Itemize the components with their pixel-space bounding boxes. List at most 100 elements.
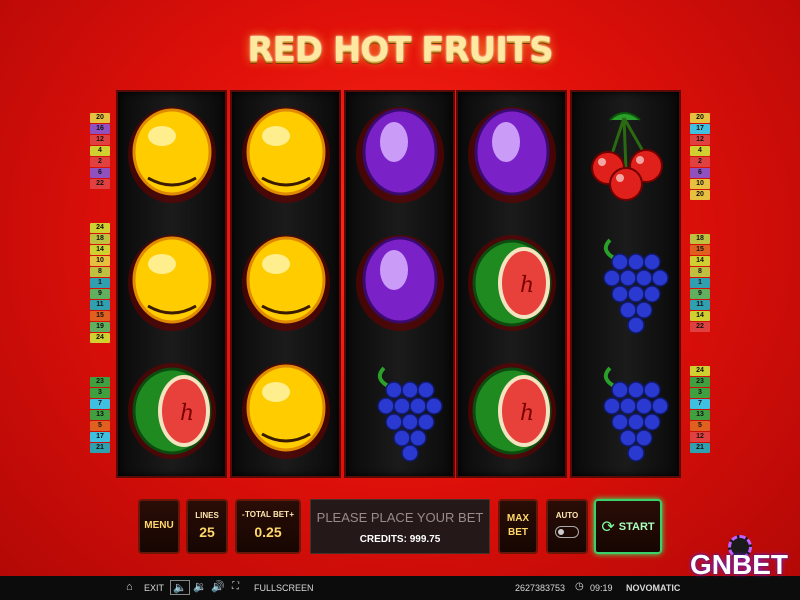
svg-text:h: h	[520, 273, 534, 298]
payline-indicator[interactable]: 10	[690, 179, 710, 189]
credits-display: CREDITS: 999.75	[359, 534, 441, 545]
reel-4: h h	[458, 92, 565, 476]
clock-time: 09:19	[590, 583, 613, 593]
payline-indicator[interactable]: 20	[90, 113, 110, 123]
watermelon-symbol: h	[126, 356, 218, 466]
total-bet-value: 0.25	[254, 524, 282, 540]
payline-indicator[interactable]: 7	[690, 399, 710, 409]
bet-message: PLEASE PLACE YOUR BET	[316, 510, 484, 525]
total-bet-control[interactable]: - TOTAL BET + 0.25	[235, 499, 301, 554]
volume-icon[interactable]: 🔉	[193, 580, 207, 593]
payline-indicator[interactable]: 23	[90, 377, 110, 387]
brand-logo: NOVOMATIC	[626, 583, 681, 593]
payline-indicator[interactable]: 12	[690, 432, 710, 442]
plum-symbol	[466, 100, 558, 210]
fullscreen-button[interactable]: FULLSCREEN	[254, 583, 314, 593]
payline-indicator[interactable]: 20	[690, 113, 710, 123]
payline-indicator[interactable]: 2	[690, 157, 710, 167]
grapes-symbol	[580, 228, 672, 338]
payline-indicator[interactable]: 11	[90, 300, 110, 310]
payline-indicator[interactable]: 1	[90, 278, 110, 288]
fullscreen-icon[interactable]: ⛶	[232, 581, 239, 592]
spin-icon: ⟳	[601, 518, 615, 536]
payline-indicator[interactable]: 19	[90, 322, 110, 332]
payline-indicator[interactable]: 3	[90, 388, 110, 398]
payline-indicator[interactable]: 22	[90, 179, 110, 189]
exit-button[interactable]: EXIT	[144, 583, 164, 593]
payline-indicator[interactable]: 5	[90, 421, 110, 431]
start-button[interactable]: ⟳ START	[594, 499, 662, 554]
payline-indicator[interactable]: 9	[690, 289, 710, 299]
reel-2	[232, 92, 339, 476]
svg-text:h: h	[520, 401, 534, 426]
payline-indicator[interactable]: 10	[90, 256, 110, 266]
payline-indicator[interactable]: 21	[90, 443, 110, 453]
payline-indicator[interactable]: 1	[690, 278, 710, 288]
payline-indicator[interactable]: 13	[90, 410, 110, 420]
lemon-symbol	[240, 100, 332, 210]
payline-indicator[interactable]: 17	[690, 124, 710, 134]
reel-5	[572, 92, 679, 476]
payline-indicator[interactable]: 4	[90, 146, 110, 156]
payline-indicator[interactable]: 6	[90, 168, 110, 178]
lemon-symbol	[240, 228, 332, 338]
payline-indicator[interactable]: 5	[690, 421, 710, 431]
payline-indicator[interactable]: 14	[90, 245, 110, 255]
payline-indicator[interactable]: 2	[90, 157, 110, 167]
payline-indicator[interactable]: 14	[690, 311, 710, 321]
payline-indicator[interactable]: 18	[90, 234, 110, 244]
payline-indicator[interactable]: 23	[690, 377, 710, 387]
game-title: RED HOT FRUITS	[247, 30, 553, 70]
payline-indicator[interactable]: 15	[690, 245, 710, 255]
reel-3	[346, 92, 453, 476]
watermelon-symbol: h	[466, 356, 558, 466]
auto-toggle-icon[interactable]	[555, 526, 579, 538]
lines-display[interactable]: LINES 25	[186, 499, 228, 554]
paylines-left-mid: 24 18 14 10 8 1 9 11 15 19 24	[90, 223, 110, 344]
home-icon[interactable]: ⌂	[126, 581, 133, 593]
payline-indicator[interactable]: 9	[90, 289, 110, 299]
svg-text:h: h	[180, 401, 194, 426]
clock-icon: ◷	[575, 581, 584, 592]
auto-button[interactable]: AUTO	[546, 499, 588, 554]
payline-indicator[interactable]: 8	[90, 267, 110, 277]
payline-indicator[interactable]: 11	[690, 300, 710, 310]
payline-indicator[interactable]: 3	[690, 388, 710, 398]
payline-indicator[interactable]: 12	[690, 135, 710, 145]
payline-indicator[interactable]: 6	[690, 168, 710, 178]
paylines-left-bot: 23 3 7 13 5 17 21	[90, 377, 110, 454]
payline-indicator[interactable]: 18	[690, 234, 710, 244]
payline-indicator[interactable]: 4	[690, 146, 710, 156]
payline-indicator[interactable]: 21	[690, 443, 710, 453]
bet-increase-button[interactable]: +	[289, 510, 294, 519]
payline-indicator[interactable]: 12	[90, 135, 110, 145]
cherries-symbol	[580, 100, 672, 210]
volume-max-icon[interactable]: 🔊	[211, 580, 225, 593]
payline-indicator[interactable]: 22	[690, 322, 710, 332]
payline-indicator[interactable]: 15	[90, 311, 110, 321]
plum-symbol	[354, 228, 446, 338]
payline-indicator[interactable]: 8	[690, 267, 710, 277]
payline-indicator[interactable]: 16	[90, 124, 110, 134]
lemon-symbol	[126, 100, 218, 210]
paylines-right-mid: 18 15 14 8 1 9 11 14 22	[690, 234, 710, 333]
payline-indicator[interactable]: 14	[690, 256, 710, 266]
payline-indicator[interactable]: 24	[690, 366, 710, 376]
payline-indicator[interactable]: 13	[690, 410, 710, 420]
sound-toggle-icon[interactable]: 🔈	[170, 580, 190, 595]
payline-indicator[interactable]: 24	[90, 223, 110, 233]
game-id: 2627383753	[515, 583, 566, 593]
menu-button[interactable]: MENU	[138, 499, 180, 554]
payline-indicator[interactable]: 20	[690, 190, 710, 200]
payline-indicator[interactable]: 17	[90, 432, 110, 442]
payline-indicator[interactable]: 24	[90, 333, 110, 343]
watermelon-symbol: h	[466, 228, 558, 338]
max-bet-button[interactable]: MAX BET	[498, 499, 538, 554]
paylines-right-top: 20 17 12 4 2 6 10 20	[690, 113, 710, 201]
payline-indicator[interactable]: 7	[90, 399, 110, 409]
lemon-symbol	[126, 228, 218, 338]
grapes-symbol	[354, 356, 446, 466]
lemon-symbol	[240, 356, 332, 466]
total-bet-label: TOTAL BET	[245, 510, 289, 519]
reel-1: h	[118, 92, 225, 476]
